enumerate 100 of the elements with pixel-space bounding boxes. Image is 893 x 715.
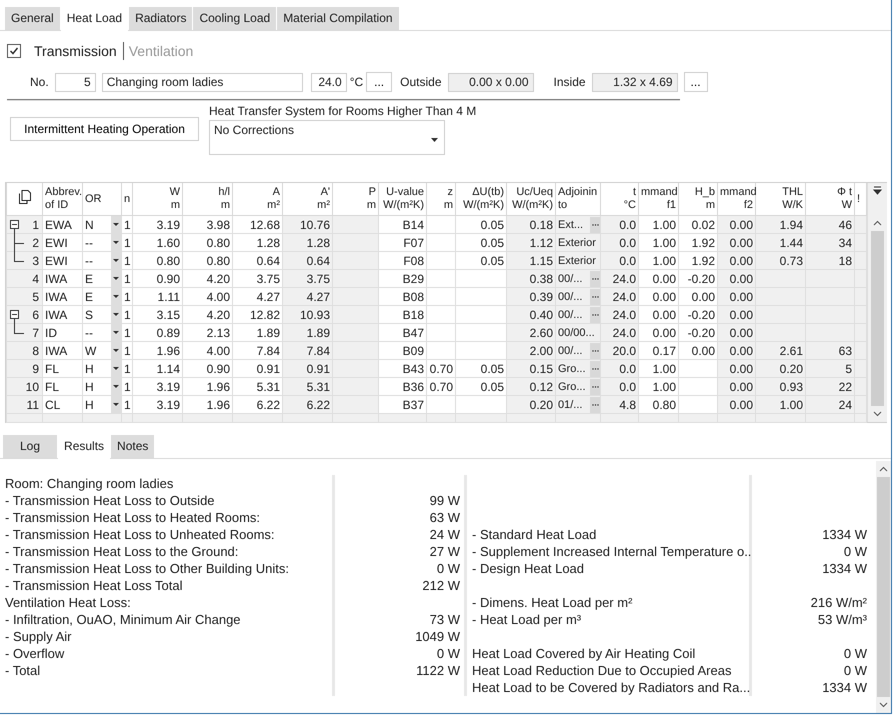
width-cell: 3.19 — [132, 396, 182, 414]
adjoining-cell[interactable]: Gro... — [556, 360, 600, 378]
heat-loss-coefficient-cell: 0.73 — [756, 252, 806, 270]
net-area-cell: 1.28 — [282, 234, 332, 252]
temperature-cell: 0.0 — [600, 234, 638, 252]
tab[interactable]: Log — [3, 435, 58, 458]
tab[interactable]: Radiators — [129, 7, 192, 30]
tab[interactable]: Material Compilation — [277, 7, 399, 30]
row-number: 7 — [6, 324, 42, 342]
copy-icon[interactable] — [18, 189, 32, 205]
factor-cell: 0.80 — [638, 396, 678, 414]
net-area-cell: 3.75 — [282, 270, 332, 288]
dropdown-icon[interactable] — [111, 216, 121, 233]
orientation-cell[interactable]: W — [82, 342, 122, 360]
scrollbar-thumb[interactable] — [871, 231, 884, 406]
more-button[interactable]: ... — [366, 72, 392, 92]
ground-height-cell: -0.20 — [678, 270, 718, 288]
row-number: 5 — [6, 288, 42, 306]
intermittent-heating-button[interactable]: Intermittent Heating Operation — [10, 117, 199, 141]
tab[interactable]: Notes — [111, 435, 154, 458]
row-number: 6 — [6, 306, 42, 324]
orientation-cell[interactable]: -- — [82, 252, 122, 270]
inside-field[interactable]: 1.32 x 4.69 — [592, 72, 678, 92]
width-cell: 1.14 — [132, 360, 182, 378]
orientation-cell[interactable]: S — [82, 306, 122, 324]
orientation-cell[interactable]: H — [82, 360, 122, 378]
scrollbar-thumb[interactable] — [877, 477, 890, 697]
area-cell: 0.64 — [232, 252, 282, 270]
row-number: 1 — [6, 216, 42, 234]
area-cell: 6.22 — [232, 396, 282, 414]
orientation-cell[interactable]: E — [82, 288, 122, 306]
row-number: 8 — [6, 342, 42, 360]
orientation-cell[interactable]: E — [82, 270, 122, 288]
result-label: - Transmission Heat Loss to Other Building Units: — [5, 561, 289, 576]
width-cell: 3.19 — [132, 378, 182, 396]
factor-cell: 0.00 — [638, 306, 678, 324]
element-id-cell: FL — [42, 360, 82, 378]
temperature-field[interactable]: 24.0 — [310, 72, 347, 92]
outside-label: Outside — [400, 75, 442, 89]
dropdown-icon[interactable] — [111, 396, 121, 413]
area-cell: 7.84 — [232, 342, 282, 360]
more-button[interactable]: ... — [684, 72, 708, 92]
height-cell: 4.20 — [182, 306, 232, 324]
tab[interactable]: Cooling Load — [193, 7, 276, 30]
factor-cell: 1.00 — [638, 216, 678, 234]
collapse-icon[interactable] — [10, 310, 19, 319]
depth-cell: 0.70 — [426, 360, 456, 378]
result-label: - Transmission Heat Loss to Unheated Rooms: — [5, 527, 275, 542]
element-id-cell: CL — [42, 396, 82, 414]
element-id-cell: EWA — [42, 216, 82, 234]
collapse-icon[interactable] — [10, 220, 19, 229]
u-value-cell: B18 — [378, 306, 426, 324]
adjoining-cell[interactable]: 01/... — [556, 396, 600, 414]
result-value: 99 W — [430, 493, 460, 508]
area-cell: 4.27 — [232, 288, 282, 306]
adjoining-cell[interactable]: 00/00... — [556, 324, 600, 342]
net-area-cell: 5.31 — [282, 378, 332, 396]
orientation-cell[interactable]: N — [82, 216, 122, 234]
orientation-cell[interactable]: H — [82, 378, 122, 396]
adjoining-cell[interactable]: Ext... — [556, 216, 600, 234]
area-cell: 1.28 — [232, 234, 282, 252]
room-name-field[interactable]: Changing room ladies — [102, 72, 303, 92]
result-label: - Overflow — [5, 646, 64, 661]
adjoining-cell[interactable]: Exterior — [556, 252, 600, 270]
adjoining-cell[interactable]: 00/... — [556, 306, 600, 324]
adjoining-cell[interactable]: 00/... — [556, 288, 600, 306]
heat-loss-cell: 34 — [806, 234, 854, 252]
element-id-cell: FL — [42, 378, 82, 396]
checkbox[interactable] — [7, 44, 21, 58]
temperature-cell: 0.0 — [600, 360, 638, 378]
result-label: - Dimens. Heat Load per m² — [472, 595, 632, 610]
result-value: 1334 W — [822, 527, 867, 542]
factor-cell: 1.00 — [638, 360, 678, 378]
height-cell: 2.13 — [182, 324, 232, 342]
adjoining-cell[interactable]: 00/... — [556, 342, 600, 360]
u-value-cell: F08 — [378, 252, 426, 270]
corrected-u-cell: 0.12 — [506, 378, 556, 396]
result-value: 1334 W — [822, 680, 867, 695]
adjoining-cell[interactable]: Exterior — [556, 234, 600, 252]
number-field[interactable]: 5 — [54, 72, 96, 92]
adjoining-cell[interactable]: 00/... — [556, 270, 600, 288]
area-cell: 3.75 — [232, 270, 282, 288]
adjoining-cell[interactable]: Gro... — [556, 378, 600, 396]
u-value-cell: B36 — [378, 378, 426, 396]
u-value-cell: B37 — [378, 396, 426, 414]
number-label: No. — [30, 75, 49, 89]
outside-field[interactable]: 0.00 x 0.00 — [448, 72, 534, 92]
result-label: - Transmission Heat Loss to Outside — [5, 493, 215, 508]
width-cell: 1.60 — [132, 234, 182, 252]
orientation-cell[interactable]: -- — [82, 234, 122, 252]
height-cell: 1.96 — [182, 378, 232, 396]
tab[interactable]: General — [5, 7, 60, 30]
result-value: 0 W — [436, 561, 460, 576]
section-toggle[interactable]: Transmission — [34, 43, 123, 59]
heat-loss-cell: 46 — [806, 216, 854, 234]
corrected-u-cell: 2.60 — [506, 324, 556, 342]
orientation-cell[interactable]: -- — [82, 324, 122, 342]
orientation-cell[interactable]: H — [82, 396, 122, 414]
heat-transfer-dropdown[interactable]: No Corrections — [209, 120, 445, 155]
factor-cell: 0.00 — [718, 342, 756, 360]
